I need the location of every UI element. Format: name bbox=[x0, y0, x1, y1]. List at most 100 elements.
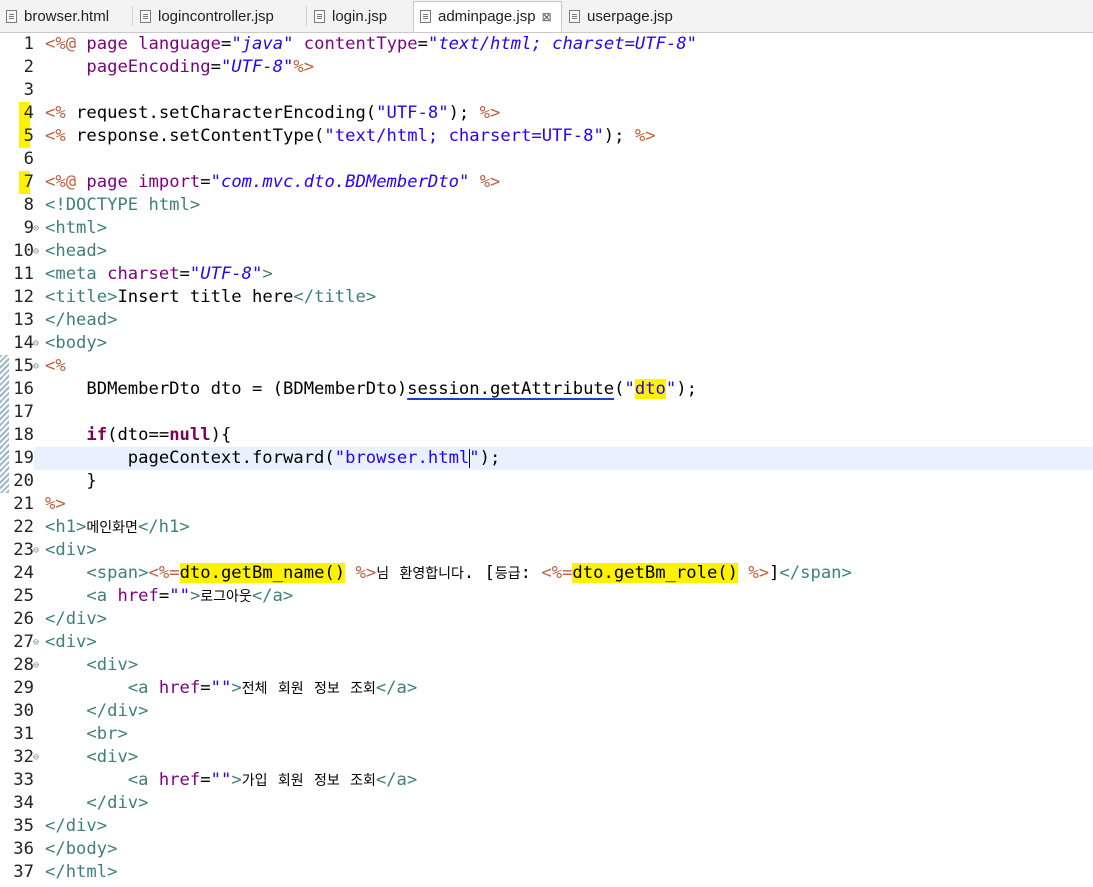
line-code[interactable]: <div> bbox=[45, 654, 138, 677]
line-code[interactable]: <%@ page import="com.mvc.dto.BDMemberDto… bbox=[45, 171, 500, 194]
code-line[interactable]: 13 </head> bbox=[0, 309, 1093, 332]
tab-browser-html[interactable]: browser.html bbox=[0, 2, 132, 31]
code-line[interactable]: 28 ⊖ <div> bbox=[0, 654, 1093, 677]
line-code[interactable]: </head> bbox=[45, 309, 117, 332]
line-code[interactable]: if(dto==null){ bbox=[45, 424, 231, 447]
code-line[interactable]: 21 %> bbox=[0, 493, 1093, 516]
line-code[interactable]: <a href="">가입 회원 정보 조회</a> bbox=[45, 769, 417, 793]
line-code[interactable]: <title>Insert title here</title> bbox=[45, 286, 376, 309]
line-code[interactable]: </div> bbox=[45, 792, 148, 815]
code-line[interactable]: 7 <%@ page import="com.mvc.dto.BDMemberDt… bbox=[0, 171, 1093, 194]
line-code[interactable]: <% request.setCharacterEncoding("UTF-8")… bbox=[45, 102, 500, 125]
code-line[interactable]: 6 bbox=[0, 148, 1093, 171]
code-line[interactable]: 19 pageContext.forward("browser.html"); bbox=[0, 447, 1093, 470]
code-line[interactable]: 8 <!DOCTYPE html> bbox=[0, 194, 1093, 217]
code-line[interactable]: 31 <br> bbox=[0, 723, 1093, 746]
code-line[interactable]: 1 <%@ page language="java" contentType="t… bbox=[0, 33, 1093, 56]
line-code[interactable]: <head> bbox=[45, 240, 107, 263]
line-code[interactable]: <!DOCTYPE html> bbox=[45, 194, 200, 217]
fold-toggle-icon[interactable]: ⊖ bbox=[33, 539, 39, 562]
line-code[interactable]: <% bbox=[45, 355, 66, 378]
code-line[interactable]: 24 <span><%=dto.getBm_name() %>님 환영합니다. … bbox=[0, 562, 1093, 585]
line-code[interactable]: </body> bbox=[45, 838, 117, 861]
change-marker bbox=[0, 401, 9, 424]
fold-toggle-icon[interactable]: ⊖ bbox=[33, 217, 39, 240]
fold-toggle-icon[interactable]: ⊖ bbox=[33, 631, 39, 654]
line-code[interactable]: </html> bbox=[45, 861, 117, 884]
code-line[interactable]: 14 ⊖ <body> bbox=[0, 332, 1093, 355]
line-code[interactable]: </div> bbox=[45, 700, 148, 723]
file-icon bbox=[569, 10, 580, 23]
code-line[interactable]: 5 <% response.setContentType("text/html; … bbox=[0, 125, 1093, 148]
line-number: 3 bbox=[0, 79, 34, 102]
code-line[interactable]: 35 </div> bbox=[0, 815, 1093, 838]
code-line[interactable]: 10 ⊖ <head> bbox=[0, 240, 1093, 263]
code-line[interactable]: 25 <a href="">로그아웃</a> bbox=[0, 585, 1093, 608]
line-code[interactable]: <h1>메인화면</h1> bbox=[45, 516, 190, 540]
editor-tab-bar: browser.html logincontroller.jsp login.j… bbox=[0, 0, 1093, 33]
line-code[interactable]: <meta charset="UTF-8"> bbox=[45, 263, 273, 286]
line-number: 28 bbox=[0, 654, 34, 677]
tab-login-jsp[interactable]: login.jsp bbox=[308, 2, 412, 31]
close-tab-icon[interactable]: ⊠ bbox=[542, 10, 552, 24]
fold-toggle-icon[interactable]: ⊖ bbox=[33, 332, 39, 355]
line-number: 12 bbox=[0, 286, 34, 309]
tab-adminpage-jsp[interactable]: adminpage.jsp ⊠ bbox=[413, 1, 562, 32]
file-icon bbox=[314, 10, 325, 23]
code-line[interactable]: 2 pageEncoding="UTF-8"%> bbox=[0, 56, 1093, 79]
tab-userpage-jsp[interactable]: userpage.jsp bbox=[563, 2, 683, 31]
line-code[interactable]: <div> bbox=[45, 631, 97, 654]
line-code[interactable]: } bbox=[45, 470, 96, 493]
code-line[interactable]: 29 <a href="">전체 회원 정보 조회</a> bbox=[0, 677, 1093, 700]
code-line[interactable]: 36 </body> bbox=[0, 838, 1093, 861]
line-code[interactable]: <a href="">로그아웃</a> bbox=[45, 585, 293, 609]
fold-toggle-icon[interactable]: ⊖ bbox=[33, 240, 39, 263]
line-number: 1 bbox=[0, 33, 34, 56]
code-line[interactable]: 3 bbox=[0, 79, 1093, 102]
code-line[interactable]: 33 <a href="">가입 회원 정보 조회</a> bbox=[0, 769, 1093, 792]
code-line[interactable]: 15 ⊖ <% bbox=[0, 355, 1093, 378]
code-line[interactable]: 17 bbox=[0, 401, 1093, 424]
code-line[interactable]: 34 </div> bbox=[0, 792, 1093, 815]
code-line[interactable]: 20 } bbox=[0, 470, 1093, 493]
line-code[interactable]: <br> bbox=[45, 723, 127, 746]
code-line[interactable]: 12 <title>Insert title here</title> bbox=[0, 286, 1093, 309]
code-line[interactable]: 32 ⊖ <div> bbox=[0, 746, 1093, 769]
code-line[interactable]: 18 if(dto==null){ bbox=[0, 424, 1093, 447]
code-line[interactable]: 4 <% request.setCharacterEncoding("UTF-8"… bbox=[0, 102, 1093, 125]
line-number: 13 bbox=[0, 309, 34, 332]
line-code[interactable]: %> bbox=[45, 493, 66, 516]
fold-toggle-icon[interactable]: ⊖ bbox=[33, 654, 39, 677]
line-code[interactable]: </div> bbox=[45, 608, 107, 631]
line-number: 33 bbox=[0, 769, 34, 792]
line-code[interactable]: </div> bbox=[45, 815, 107, 838]
tab-logincontroller-jsp[interactable]: logincontroller.jsp bbox=[134, 2, 306, 31]
line-code[interactable]: <span><%=dto.getBm_name() %>님 환영합니다. [등급… bbox=[45, 562, 852, 586]
fold-toggle-icon[interactable]: ⊖ bbox=[33, 746, 39, 769]
code-line[interactable]: 16 BDMemberDto dto = (BDMemberDto)sessio… bbox=[0, 378, 1093, 401]
line-code[interactable]: <html> bbox=[45, 217, 107, 240]
line-number: 9 bbox=[0, 217, 34, 240]
line-code[interactable]: BDMemberDto dto = (BDMemberDto)session.g… bbox=[45, 378, 697, 401]
code-line[interactable]: 30 </div> bbox=[0, 700, 1093, 723]
file-icon bbox=[420, 10, 431, 23]
code-line[interactable]: 23 ⊖ <div> bbox=[0, 539, 1093, 562]
line-code[interactable]: <div> bbox=[45, 746, 138, 769]
line-code[interactable]: <body> bbox=[45, 332, 107, 355]
code-line[interactable]: 22 <h1>메인화면</h1> bbox=[0, 516, 1093, 539]
line-code[interactable]: <%@ page language="java" contentType="te… bbox=[45, 33, 697, 56]
code-line[interactable]: 27 ⊖ <div> bbox=[0, 631, 1093, 654]
code-line[interactable]: 26 </div> bbox=[0, 608, 1093, 631]
line-code[interactable]: <a href="">전체 회원 정보 조회</a> bbox=[45, 677, 417, 701]
line-code[interactable]: <div> bbox=[45, 539, 97, 562]
code-editor[interactable]: 1 <%@ page language="java" contentType="t… bbox=[0, 33, 1093, 887]
line-code[interactable]: pageEncoding="UTF-8"%> bbox=[45, 56, 314, 79]
code-line[interactable]: 11 <meta charset="UTF-8"> bbox=[0, 263, 1093, 286]
fold-toggle-icon[interactable]: ⊖ bbox=[33, 355, 39, 378]
line-number: 21 bbox=[0, 493, 34, 516]
line-code[interactable]: pageContext.forward("browser.html"); bbox=[45, 447, 501, 470]
code-line[interactable]: 37 </html> bbox=[0, 861, 1093, 884]
line-code[interactable]: <% response.setContentType("text/html; c… bbox=[45, 125, 656, 148]
code-line[interactable]: 9 ⊖ <html> bbox=[0, 217, 1093, 240]
line-number: 22 bbox=[0, 516, 34, 539]
